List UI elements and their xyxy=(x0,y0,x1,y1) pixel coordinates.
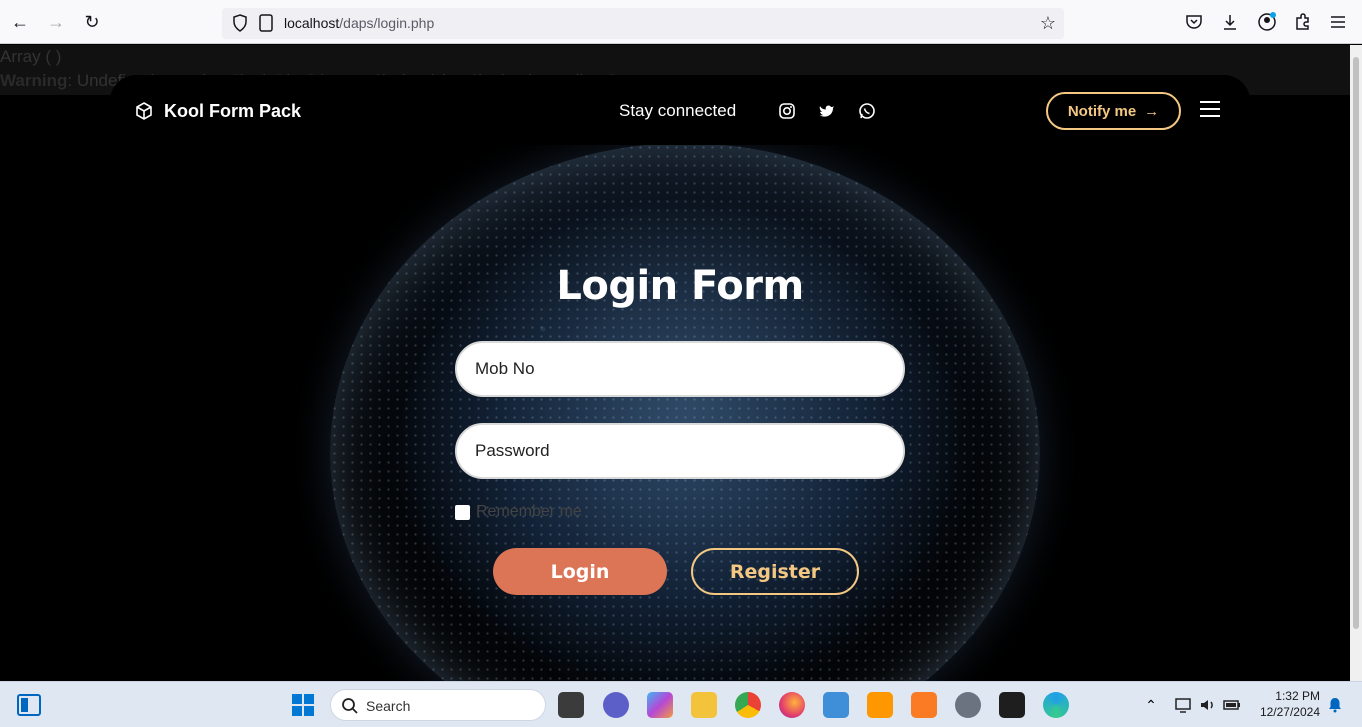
taskbar-search[interactable]: Search xyxy=(330,689,546,721)
url-bar[interactable]: localhost/daps/login.php ☆ xyxy=(222,8,1064,39)
bookmark-star-icon[interactable]: ☆ xyxy=(1040,13,1056,34)
form-title: Login Form xyxy=(556,263,804,309)
register-button[interactable]: Register xyxy=(691,548,859,595)
page-scrollbar[interactable] xyxy=(1350,45,1362,681)
battery-icon[interactable] xyxy=(1223,696,1241,714)
brand-link[interactable]: Kool Form Pack xyxy=(134,99,301,123)
terminal-icon[interactable] xyxy=(999,692,1025,718)
twitter-icon[interactable] xyxy=(818,102,836,120)
notepad-icon[interactable] xyxy=(823,692,849,718)
browser-toolbar: ← → ↻ localhost/daps/login.php ☆ xyxy=(0,0,1362,44)
extensions-icon[interactable] xyxy=(1293,12,1313,32)
file-explorer-icon[interactable] xyxy=(691,692,717,718)
copilot-icon[interactable] xyxy=(647,692,673,718)
system-clock[interactable]: 1:32 PM 12/27/2024 xyxy=(1250,688,1320,720)
reload-icon[interactable]: ↻ xyxy=(80,10,104,34)
widgets-icon[interactable] xyxy=(16,692,42,718)
notice-line-1: Array ( ) xyxy=(0,47,62,66)
pocket-icon[interactable] xyxy=(1184,12,1204,32)
start-icon[interactable] xyxy=(290,692,316,718)
xampp-icon[interactable] xyxy=(911,692,937,718)
network-icon[interactable] xyxy=(1174,696,1192,714)
clock-time: 1:32 PM xyxy=(1275,689,1320,703)
firefox-icon[interactable] xyxy=(779,692,805,718)
stay-connected-text: Stay connected xyxy=(619,101,737,120)
edge-icon[interactable] xyxy=(1043,692,1069,718)
remember-label: Remember me xyxy=(476,503,582,520)
notice-warning-label: Warning xyxy=(0,71,68,90)
task-view-icon[interactable] xyxy=(558,692,584,718)
url-path: /daps/login.php xyxy=(339,15,435,31)
notify-me-button[interactable]: Notify me → xyxy=(1046,92,1181,130)
instagram-icon[interactable] xyxy=(778,102,796,120)
brand-name: Kool Form Pack xyxy=(164,100,302,121)
notify-label: Notify me xyxy=(1067,102,1137,120)
forward-icon[interactable]: → xyxy=(44,10,68,34)
windows-taskbar: Search ⌃ 1:32 PM 12/27/2024 xyxy=(0,681,1362,727)
notification-bell-icon[interactable] xyxy=(1326,696,1344,714)
password-input[interactable] xyxy=(455,423,905,479)
chevron-up-icon[interactable]: ⌃ xyxy=(1142,696,1160,714)
arrow-right-icon: → xyxy=(1144,102,1160,120)
whatsapp-icon[interactable] xyxy=(858,102,876,120)
settings-gear-icon[interactable] xyxy=(955,692,981,718)
hamburger-menu-icon[interactable] xyxy=(1200,101,1220,117)
remember-me[interactable]: Remember me xyxy=(455,503,582,521)
shield-icon[interactable] xyxy=(230,13,250,33)
site-header: Kool Form Pack Stay connected Notify me → xyxy=(110,75,1250,145)
url-text[interactable]: localhost/daps/login.php xyxy=(284,15,434,31)
account-icon[interactable] xyxy=(1257,12,1277,32)
page-icon xyxy=(259,14,273,32)
search-icon xyxy=(342,698,358,714)
page-viewport: Array ( ) Warning: Undefined array key "… xyxy=(0,45,1350,681)
remember-checkbox[interactable] xyxy=(455,504,470,520)
login-button[interactable]: Login xyxy=(493,548,667,595)
mobile-number-input[interactable] xyxy=(455,341,905,397)
chrome-icon[interactable] xyxy=(735,692,761,718)
menu-icon[interactable] xyxy=(1328,12,1348,32)
volume-icon[interactable] xyxy=(1199,696,1217,714)
back-icon[interactable]: ← xyxy=(8,10,32,34)
clock-date: 12/27/2024 xyxy=(1259,705,1320,719)
scrollbar-thumb[interactable] xyxy=(1353,57,1359,629)
teams-icon[interactable] xyxy=(603,692,629,718)
sublime-text-icon[interactable] xyxy=(867,692,893,718)
globe-dots xyxy=(330,143,1040,681)
search-placeholder: Search xyxy=(366,698,411,714)
download-icon[interactable] xyxy=(1220,12,1240,32)
url-host: localhost xyxy=(284,15,340,31)
cube-icon xyxy=(136,102,152,120)
